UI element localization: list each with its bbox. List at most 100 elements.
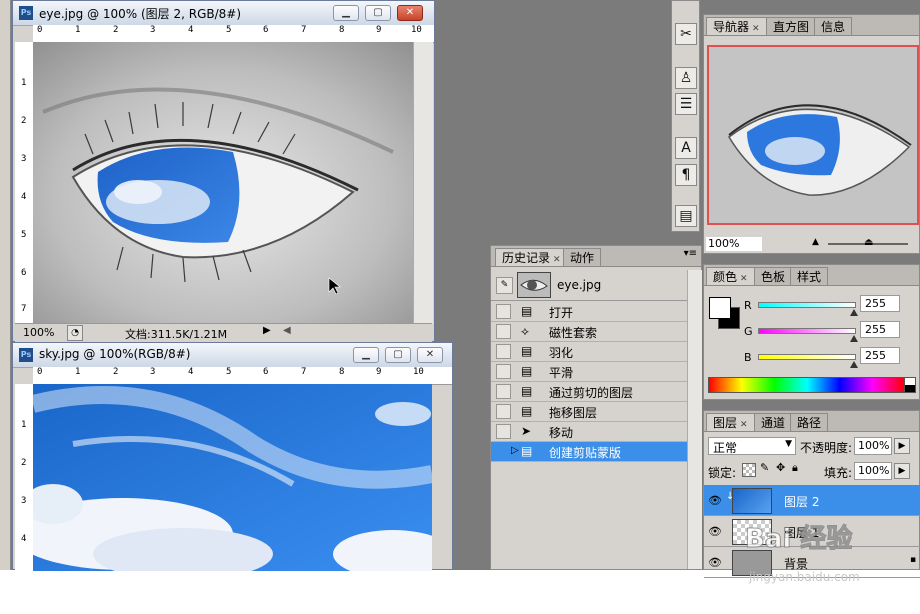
horizontal-ruler[interactable]: 0 1 2 3 4 5 6 7 8 9 10 <box>33 25 434 43</box>
lock-transparency-icon[interactable] <box>742 463 756 477</box>
history-snapshot[interactable]: ✎ eye.jpg <box>491 270 687 301</box>
blend-mode-select[interactable]: 正常 ▼ <box>708 437 796 455</box>
panel-tool-strip: ✂ ♙ ☰ A ¶ ▤ <box>671 0 700 232</box>
navigator-preview[interactable] <box>707 45 919 225</box>
sky-window-titlebar[interactable]: Ps sky.jpg @ 100%(RGB/8#) ▁ ▢ ✕ <box>13 343 452 368</box>
tab-actions[interactable]: 动作 <box>563 248 602 266</box>
history-source-checkbox[interactable] <box>496 364 511 379</box>
history-item-selected[interactable]: ▷ ▤ 创建剪贴蒙版 <box>491 442 687 462</box>
layer-row-selected[interactable]: 👁︎ ↓ 图层 2 <box>704 485 920 516</box>
history-source-checkbox[interactable] <box>496 324 511 339</box>
status-arrow-icon[interactable]: ▶ <box>263 325 271 336</box>
minimize-button[interactable]: ▁ <box>333 5 359 21</box>
green-slider-thumb[interactable] <box>850 335 858 342</box>
lock-image-icon[interactable]: ✎ <box>760 461 769 474</box>
tab-histogram[interactable]: 直方图 <box>766 17 817 35</box>
eye-status-bar: 100% ◔ 文档:311.5K/1.21M ▶ ◀ <box>15 323 432 342</box>
navigator-zoom[interactable]: 100% <box>706 237 762 251</box>
red-slider[interactable] <box>758 302 856 308</box>
fill-value[interactable]: 100% <box>854 462 892 480</box>
ruler-number: 3 <box>150 367 156 377</box>
opacity-value[interactable]: 100% <box>854 437 892 455</box>
lock-all-icon[interactable]: 🔒︎ <box>792 461 798 475</box>
minimize-button[interactable]: ▁ <box>353 347 379 363</box>
red-slider-thumb[interactable] <box>850 309 858 316</box>
history-source-checkbox[interactable] <box>496 384 511 399</box>
tab-styles[interactable]: 样式 <box>790 267 829 285</box>
spectrum-black-white[interactable] <box>904 377 916 393</box>
opacity-label: 不透明度: <box>800 441 853 455</box>
fill-arrow-icon[interactable]: ▶ <box>894 463 910 479</box>
chevron-down-icon[interactable]: ▼ <box>785 439 792 449</box>
maximize-button[interactable]: ▢ <box>385 347 411 363</box>
character-icon[interactable]: A <box>675 137 697 159</box>
blue-slider[interactable] <box>758 354 856 360</box>
tab-paths[interactable]: 路径 <box>790 413 829 431</box>
ruler-number: 9 <box>376 367 382 377</box>
watermark-url: jingyan.baidu.com <box>749 570 860 584</box>
status-menu-icon[interactable]: ◔ <box>67 325 83 341</box>
tab-info[interactable]: 信息 <box>814 17 853 35</box>
eye-document-window[interactable]: Ps eye.jpg @ 100% (图层 2, RGB/8#) ▁ ▢ ✕ 0… <box>12 0 435 342</box>
history-source-checkbox[interactable] <box>496 424 511 439</box>
tab-layers[interactable]: 图层 ✕ <box>706 413 755 431</box>
close-button[interactable]: ✕ <box>417 347 443 363</box>
panel-menu-icon[interactable]: ▾≡ <box>684 248 697 259</box>
red-value[interactable]: 255 <box>860 295 900 312</box>
zoom-out-icon[interactable]: ▲ <box>812 237 819 247</box>
eye-canvas[interactable] <box>33 42 413 324</box>
ruler-number: 3 <box>150 25 156 35</box>
lock-position-icon[interactable]: ✥ <box>776 461 785 474</box>
history-item[interactable]: ▤ 羽化 <box>491 342 687 362</box>
tab-history[interactable]: 历史记录 ✕ <box>495 248 568 266</box>
history-scrollbar[interactable] <box>687 270 702 569</box>
green-slider[interactable] <box>758 328 856 334</box>
brushes-icon[interactable]: ♙ <box>675 67 697 89</box>
history-source-checkbox[interactable] <box>496 344 511 359</box>
layer-name[interactable]: 图层 2 <box>784 493 819 510</box>
history-item[interactable]: ⟡ 磁性套索 <box>491 322 687 342</box>
blue-value[interactable]: 255 <box>860 347 900 364</box>
color-spectrum-bar[interactable] <box>708 377 906 393</box>
vertical-ruler[interactable]: 1 2 3 4 5 6 7 <box>15 42 34 324</box>
sky-document-window[interactable]: Ps sky.jpg @ 100%(RGB/8#) ▁ ▢ ✕ 0 1 2 3 … <box>12 342 453 571</box>
navigator-footer: 100% ▲ ⏏ <box>704 235 920 253</box>
snapshot-brush-icon[interactable]: ✎ <box>496 277 513 294</box>
tab-color[interactable]: 颜色 ✕ <box>706 267 755 285</box>
history-source-checkbox[interactable] <box>496 404 511 419</box>
history-source-checkbox[interactable] <box>496 304 511 319</box>
foreground-color-swatch-front[interactable] <box>709 297 731 319</box>
vertical-ruler[interactable]: 1 2 3 4 <box>15 384 34 571</box>
tab-swatches[interactable]: 色板 <box>754 267 793 285</box>
tool-presets-icon[interactable]: ✂ <box>675 23 697 45</box>
maximize-button[interactable]: ▢ <box>365 5 391 21</box>
history-item[interactable]: ▤ 平滑 <box>491 362 687 382</box>
blue-slider-thumb[interactable] <box>850 361 858 368</box>
history-item[interactable]: ▤ 打开 <box>491 302 687 322</box>
paragraph-icon[interactable]: ¶ <box>675 164 697 186</box>
horizontal-ruler[interactable]: 0 1 2 3 4 5 6 7 8 9 10 <box>33 367 452 385</box>
tab-navigator[interactable]: 导航器 ✕ <box>706 17 767 35</box>
eye-window-titlebar[interactable]: Ps eye.jpg @ 100% (图层 2, RGB/8#) ▁ ▢ ✕ <box>13 1 434 26</box>
eye-window-title: eye.jpg @ 100% (图层 2, RGB/8#) <box>39 7 242 21</box>
clone-source-icon[interactable]: ☰ <box>675 93 697 115</box>
zoom-level[interactable]: 100% <box>23 326 54 339</box>
visibility-eye-icon[interactable]: 👁︎ <box>708 556 722 569</box>
sky-canvas[interactable] <box>33 384 432 571</box>
vertical-scrollbar[interactable] <box>413 42 433 324</box>
history-item[interactable]: ➤ 移动 <box>491 422 687 442</box>
close-button[interactable]: ✕ <box>397 5 423 21</box>
zoom-slider-thumb[interactable]: ⏏ <box>864 237 873 248</box>
visibility-eye-icon[interactable]: 👁︎ <box>708 525 722 538</box>
history-panel: 历史记录 ✕ 动作 ▾≡ ✎ eye.jpg ▤ 打开 ⟡ 磁性套索 ▤ 羽化 ▤… <box>490 245 702 570</box>
visibility-eye-icon[interactable]: 👁︎ <box>708 494 722 507</box>
notes-icon[interactable]: ▤ <box>675 205 697 227</box>
scroll-left-icon[interactable]: ◀ <box>283 325 291 336</box>
layers-tab-row: 图层 ✕ 通道 路径 <box>704 411 919 432</box>
tab-channels[interactable]: 通道 <box>754 413 793 431</box>
opacity-arrow-icon[interactable]: ▶ <box>894 438 910 454</box>
history-item[interactable]: ▤ 通过剪切的图层 <box>491 382 687 402</box>
history-item[interactable]: ▤ 拖移图层 <box>491 402 687 422</box>
green-value[interactable]: 255 <box>860 321 900 338</box>
ruler-number: 6 <box>21 268 27 278</box>
